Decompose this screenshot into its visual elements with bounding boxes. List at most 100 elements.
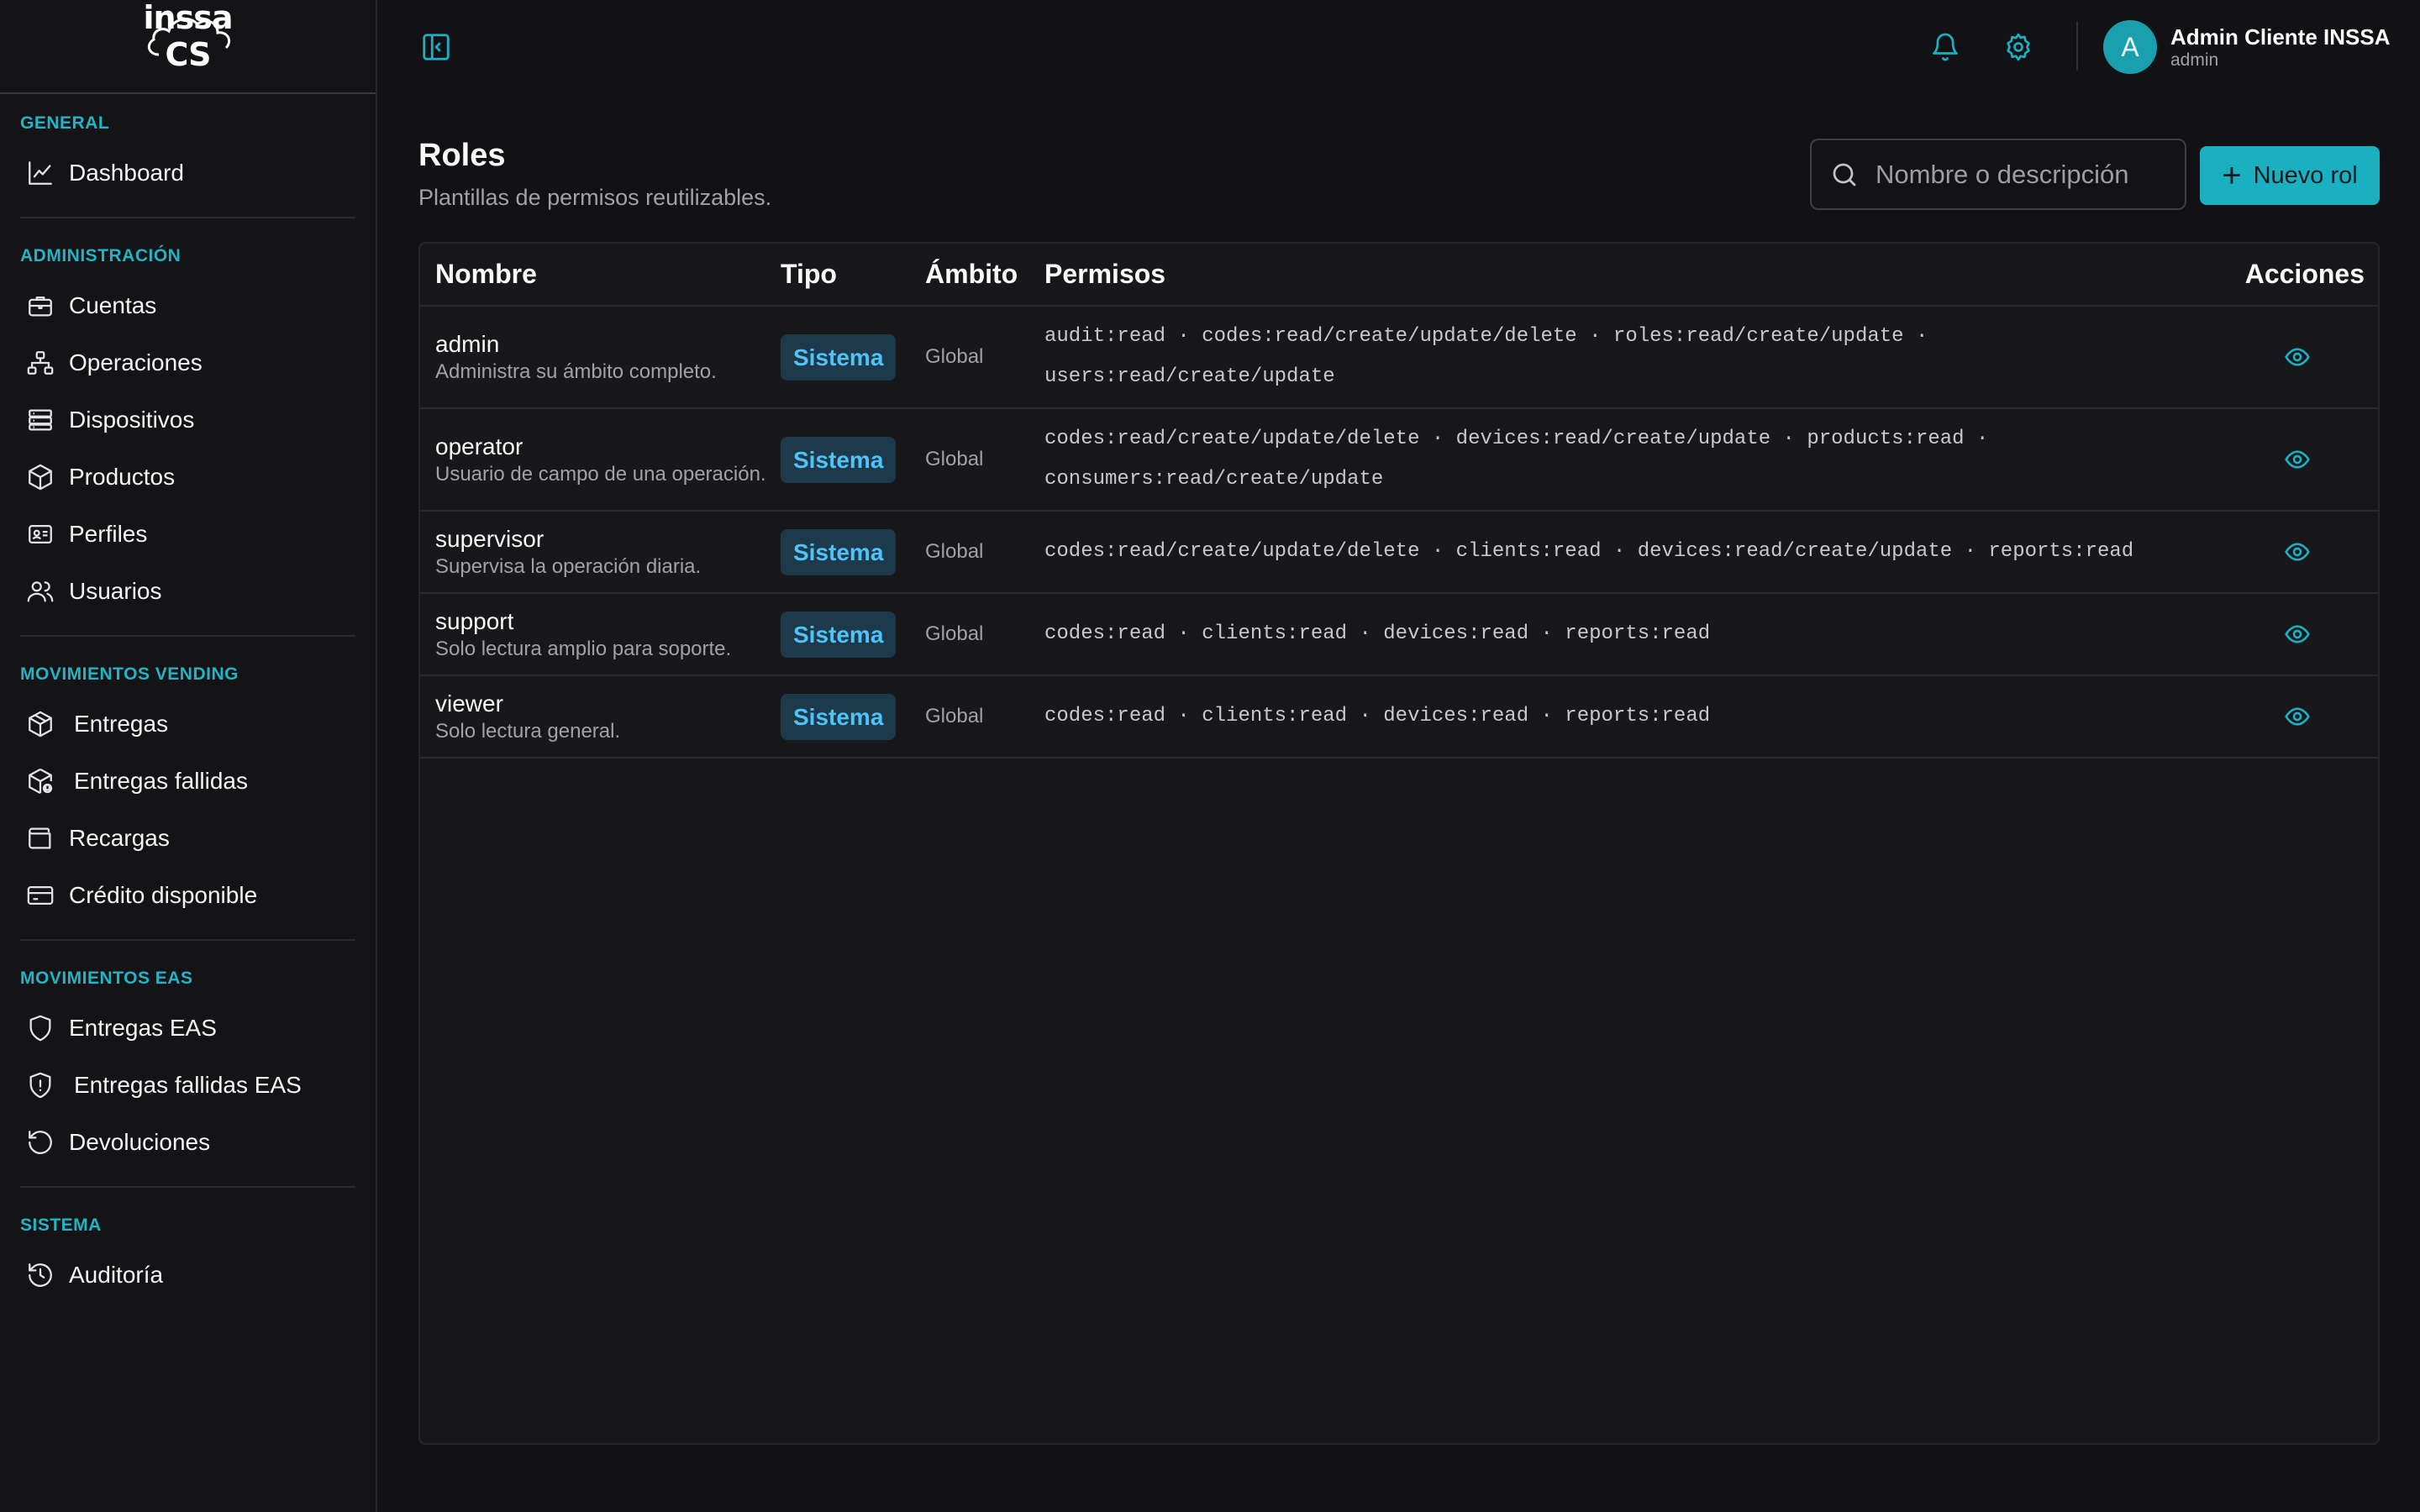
package-alert-icon: [25, 766, 55, 796]
cell-actions: [2244, 593, 2378, 676]
user-name: Admin Cliente INSSA: [2170, 24, 2391, 50]
sidebar-item-label: Dispositivos: [69, 407, 195, 433]
permissions-line: codes:read/create/update/delete · device…: [1044, 428, 1989, 450]
view-button[interactable]: [2244, 344, 2378, 370]
nav-heading: SISTEMA: [20, 1215, 102, 1235]
table-row[interactable]: operator Usuario de campo de una operaci…: [420, 408, 2378, 512]
topbar: A Admin Cliente INSSA admin: [379, 0, 2420, 94]
sidebar-item-label: Entregas EAS: [69, 1015, 217, 1041]
sidebar-item-auditoria[interactable]: Auditoría: [20, 1242, 355, 1309]
scope-text: Global: [925, 540, 984, 563]
column-header-scope[interactable]: Ámbito: [925, 244, 1044, 307]
sidebar-item-label: Devoluciones: [69, 1129, 211, 1155]
role-description: Solo lectura general.: [435, 720, 621, 743]
cell-actions: [2244, 511, 2378, 594]
column-header-name[interactable]: Nombre: [420, 244, 781, 307]
credit-card-icon: [25, 880, 55, 911]
logo[interactable]: inssa CS: [134, 0, 243, 80]
cell-name: operator Usuario de campo de una operaci…: [420, 408, 781, 512]
id-card-icon: [25, 519, 55, 549]
cell-scope: Global: [925, 593, 1044, 676]
sidebar-item-dashboard[interactable]: Dashboard: [20, 139, 355, 207]
page-title: Roles: [418, 138, 506, 173]
notifications-button[interactable]: [1927, 29, 1964, 66]
sidebar-item-usuarios[interactable]: Usuarios: [20, 558, 355, 625]
cell-actions: [2244, 408, 2378, 512]
type-badge: Sistema: [781, 436, 897, 483]
sidebar-item-label: Crédito disponible: [69, 882, 258, 908]
table-row[interactable]: viewer Solo lectura general. Sistema Glo…: [420, 675, 2378, 759]
search-input[interactable]: [1876, 159, 2161, 190]
cell-permissions: audit:read · codes:read/create/update/de…: [1044, 306, 2244, 409]
chart-line-icon: [25, 158, 55, 188]
sidebar-item-label: Recargas: [69, 825, 170, 851]
shield-alert-icon: [25, 1070, 55, 1100]
sidebar-item-label: Operaciones: [69, 349, 203, 375]
search-icon: [1828, 159, 1860, 191]
box-icon: [25, 462, 55, 492]
cell-permissions: codes:read/create/update/delete · client…: [1044, 511, 2244, 594]
cell-actions: [2244, 675, 2378, 759]
new-role-button[interactable]: + Nuevo rol: [2200, 146, 2380, 205]
permissions-line: users:read/create/update: [1044, 365, 1335, 388]
sidebar-toggle-button[interactable]: [418, 29, 455, 66]
logo-text: inssa CS: [143, 0, 234, 73]
new-role-label: Nuevo rol: [2253, 161, 2358, 189]
view-button[interactable]: [2244, 703, 2378, 730]
permissions-line: codes:read · clients:read · devices:read…: [1044, 622, 1711, 645]
rotate-ccw-icon: [25, 1127, 55, 1158]
plus-icon: +: [2222, 157, 2242, 194]
view-button[interactable]: [2244, 446, 2378, 473]
nav-section-sistema: SISTEMA Auditoría: [20, 1215, 355, 1319]
sidebar-item-label: Dashboard: [69, 160, 184, 186]
sidebar-nav: GENERAL Dashboard ADMINISTRACIÓN Cuentas: [0, 94, 376, 1319]
cell-scope: Global: [925, 511, 1044, 594]
user-menu[interactable]: A Admin Cliente INSSA admin: [2103, 20, 2390, 74]
column-header-actions: Acciones: [2244, 244, 2378, 307]
table-row[interactable]: supervisor Supervisa la operación diaria…: [420, 511, 2378, 594]
sidebar-item-label: Entregas fallidas EAS: [74, 1072, 302, 1098]
users-icon: [25, 576, 55, 606]
permissions-line: audit:read · codes:read/create/update/de…: [1044, 325, 1928, 348]
scope-text: Global: [925, 622, 984, 645]
scope-text: Global: [925, 345, 984, 368]
panel-left-icon: [423, 34, 450, 60]
sidebar-item-label: Usuarios: [69, 578, 162, 604]
cell-name: viewer Solo lectura general.: [420, 675, 781, 759]
cell-actions: [2244, 306, 2378, 409]
network-icon: [25, 348, 55, 378]
permissions-line: consumers:read/create/update: [1044, 468, 1384, 491]
nav-section-general: GENERAL Dashboard: [20, 113, 355, 218]
cell-type: Sistema: [781, 306, 925, 409]
sidebar-item-devoluciones[interactable]: Devoluciones: [20, 1109, 355, 1176]
eye-icon: [2285, 707, 2310, 726]
settings-button[interactable]: [2000, 29, 2037, 66]
view-button[interactable]: [2244, 621, 2378, 648]
column-header-type[interactable]: Tipo: [781, 244, 925, 307]
user-info: Admin Cliente INSSA admin: [2170, 24, 2390, 71]
table-row[interactable]: support Solo lectura amplio para soporte…: [420, 593, 2378, 676]
cell-name: support Solo lectura amplio para soporte…: [420, 593, 781, 676]
cell-permissions: codes:read/create/update/delete · device…: [1044, 408, 2244, 512]
role-name: supervisor: [435, 526, 544, 552]
shield-icon: [25, 1013, 55, 1043]
nav-section-movimientos-vending: MOVIMIENTOS VENDING Entregas Entregas fa…: [20, 664, 355, 941]
sidebar-item-label: Entregas: [74, 711, 169, 737]
role-name: operator: [435, 433, 523, 459]
eye-icon: [2285, 543, 2310, 561]
avatar: A: [2103, 20, 2157, 74]
view-button[interactable]: [2244, 538, 2378, 565]
sidebar-item-credito-disponible[interactable]: Crédito disponible: [20, 862, 355, 929]
search-box[interactable]: [1810, 139, 2186, 210]
wallet-icon: [25, 823, 55, 853]
sidebar-item-label: Perfiles: [69, 521, 148, 547]
role-description: Supervisa la operación diaria.: [435, 555, 702, 578]
cell-name: admin Administra su ámbito completo.: [420, 306, 781, 409]
bell-icon: [1933, 33, 1958, 61]
cell-scope: Global: [925, 306, 1044, 409]
table-row[interactable]: admin Administra su ámbito completo. Sis…: [420, 306, 2378, 409]
roles-table: Nombre Tipo Ámbito Permisos Acciones adm…: [418, 242, 2380, 1445]
column-header-permissions[interactable]: Permisos: [1044, 244, 2244, 307]
nav-heading: ADMINISTRACIÓN: [20, 246, 182, 265]
sidebar-item-label: Auditoría: [69, 1262, 164, 1288]
